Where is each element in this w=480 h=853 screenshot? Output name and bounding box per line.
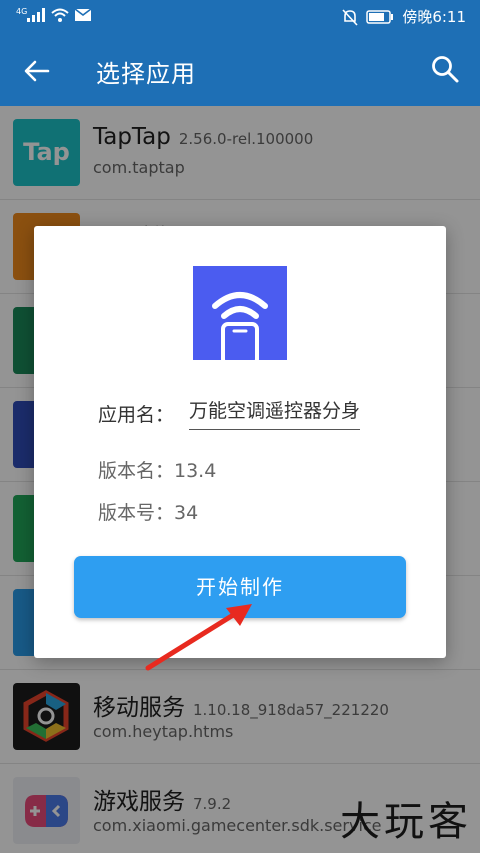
app-name-field[interactable]: 万能空调遥控器分身 (189, 396, 361, 430)
back-arrow-icon[interactable] (22, 56, 52, 86)
page-title: 选择应用 (96, 60, 196, 88)
network-type: 4G (16, 7, 28, 16)
mute-bell-icon (342, 8, 358, 26)
create-clone-dialog: 应用名： 万能空调遥控器分身 版本名：13.4 版本号：34 开始制作 (34, 226, 446, 658)
annotation-arrow-icon (145, 604, 252, 671)
app-name-label: 应用名： (98, 404, 175, 426)
battery-icon (366, 9, 394, 24)
clock: 傍晚6:11 (402, 8, 466, 26)
wifi-icon (51, 8, 69, 22)
app-bar: 选择应用 (0, 34, 480, 106)
remote-control-app-icon (193, 266, 287, 366)
version-name: 版本名：13.4 (98, 460, 217, 482)
mail-icon (75, 9, 92, 21)
search-icon[interactable] (430, 54, 460, 84)
watermark-logo: 大玩客 (340, 799, 472, 845)
version-code: 版本号：34 (98, 502, 199, 524)
cellular-signal-icon: 4G (16, 7, 46, 22)
status-bar: 4G 傍晚6:11 (0, 0, 480, 34)
